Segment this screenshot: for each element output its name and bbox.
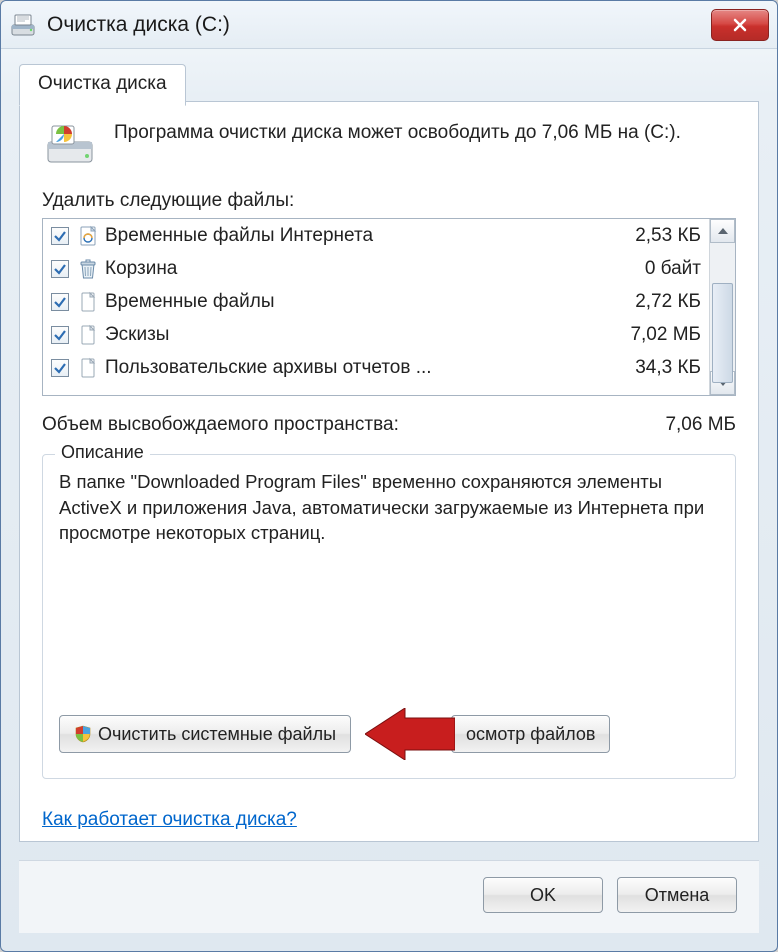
cancel-button[interactable]: Отмена [617,877,737,913]
titlebar[interactable]: Очистка диска (C:) [1,1,777,49]
ok-button[interactable]: OK [483,877,603,913]
check-icon [53,262,67,276]
file-name: Временные файлы Интернета [105,225,601,247]
description-groupbox: Описание В папке "Downloaded Program Fil… [42,454,736,779]
checkbox[interactable] [51,293,69,311]
red-arrow-annotation [365,708,455,760]
tab-content: Программа очистки диска может освободить… [20,102,758,795]
file-size: 2,53 КБ [601,225,701,247]
file-size: 0 байт [601,258,701,280]
close-icon [731,16,749,34]
list-item[interactable]: Пользовательские архивы отчетов ...34,3 … [43,351,709,384]
dialog-window: Очистка диска (C:) Очистка диска [0,0,778,952]
tab-disk-cleanup[interactable]: Очистка диска [19,64,186,106]
shield-icon [74,725,92,743]
file-icon [77,324,99,346]
list-item[interactable]: Корзина0 байт [43,252,709,285]
file-name: Корзина [105,258,601,280]
window-title: Очистка диска (C:) [47,13,711,37]
check-icon [53,295,67,309]
scrollbar[interactable] [709,219,735,395]
view-files-button[interactable]: осмотр файлов [451,715,610,753]
total-space-label: Объем высвобождаемого пространства: [42,414,665,436]
chevron-up-icon [718,228,728,234]
scroll-up-button[interactable] [710,219,735,243]
ie-file-icon [77,225,99,247]
total-space-value: 7,06 МБ [665,414,736,436]
close-button[interactable] [711,9,769,41]
check-icon [53,361,67,375]
recycle-bin-icon [77,258,99,280]
file-name: Эскизы [105,324,601,346]
file-size: 2,72 КБ [601,291,701,313]
file-size: 7,02 МБ [601,324,701,346]
check-icon [53,328,67,342]
disk-cleanup-icon [9,11,37,39]
list-item[interactable]: Временные файлы Интернета2,53 КБ [43,219,709,252]
checkbox[interactable] [51,359,69,377]
scroll-track[interactable] [710,243,735,371]
files-listbox[interactable]: Временные файлы Интернета2,53 КБКорзина0… [42,218,736,396]
file-name: Пользовательские архивы отчетов ... [105,357,601,379]
list-item[interactable]: Эскизы7,02 МБ [43,318,709,351]
how-it-works-link[interactable]: Как работает очистка диска? [42,809,297,830]
view-files-label: осмотр файлов [466,724,595,745]
clean-system-files-button[interactable]: Очистить системные файлы [59,715,351,753]
description-text: В папке "Downloaded Program Files" време… [59,469,719,696]
client-area: Очистка диска Программа очист [19,101,759,842]
check-icon [53,229,67,243]
description-legend: Описание [55,442,150,463]
clean-system-files-label: Очистить системные файлы [98,724,336,745]
file-icon [77,291,99,313]
file-size: 34,3 КБ [601,357,701,379]
intro-text: Программа очистки диска может освободить… [114,120,681,146]
dialog-footer: OK Отмена [19,860,759,933]
file-name: Временные файлы [105,291,601,313]
scroll-thumb[interactable] [712,283,733,383]
checkbox[interactable] [51,260,69,278]
files-to-delete-label: Удалить следующие файлы: [42,190,736,212]
checkbox[interactable] [51,326,69,344]
checkbox[interactable] [51,227,69,245]
file-icon [77,357,99,379]
list-item[interactable]: Временные файлы2,72 КБ [43,285,709,318]
